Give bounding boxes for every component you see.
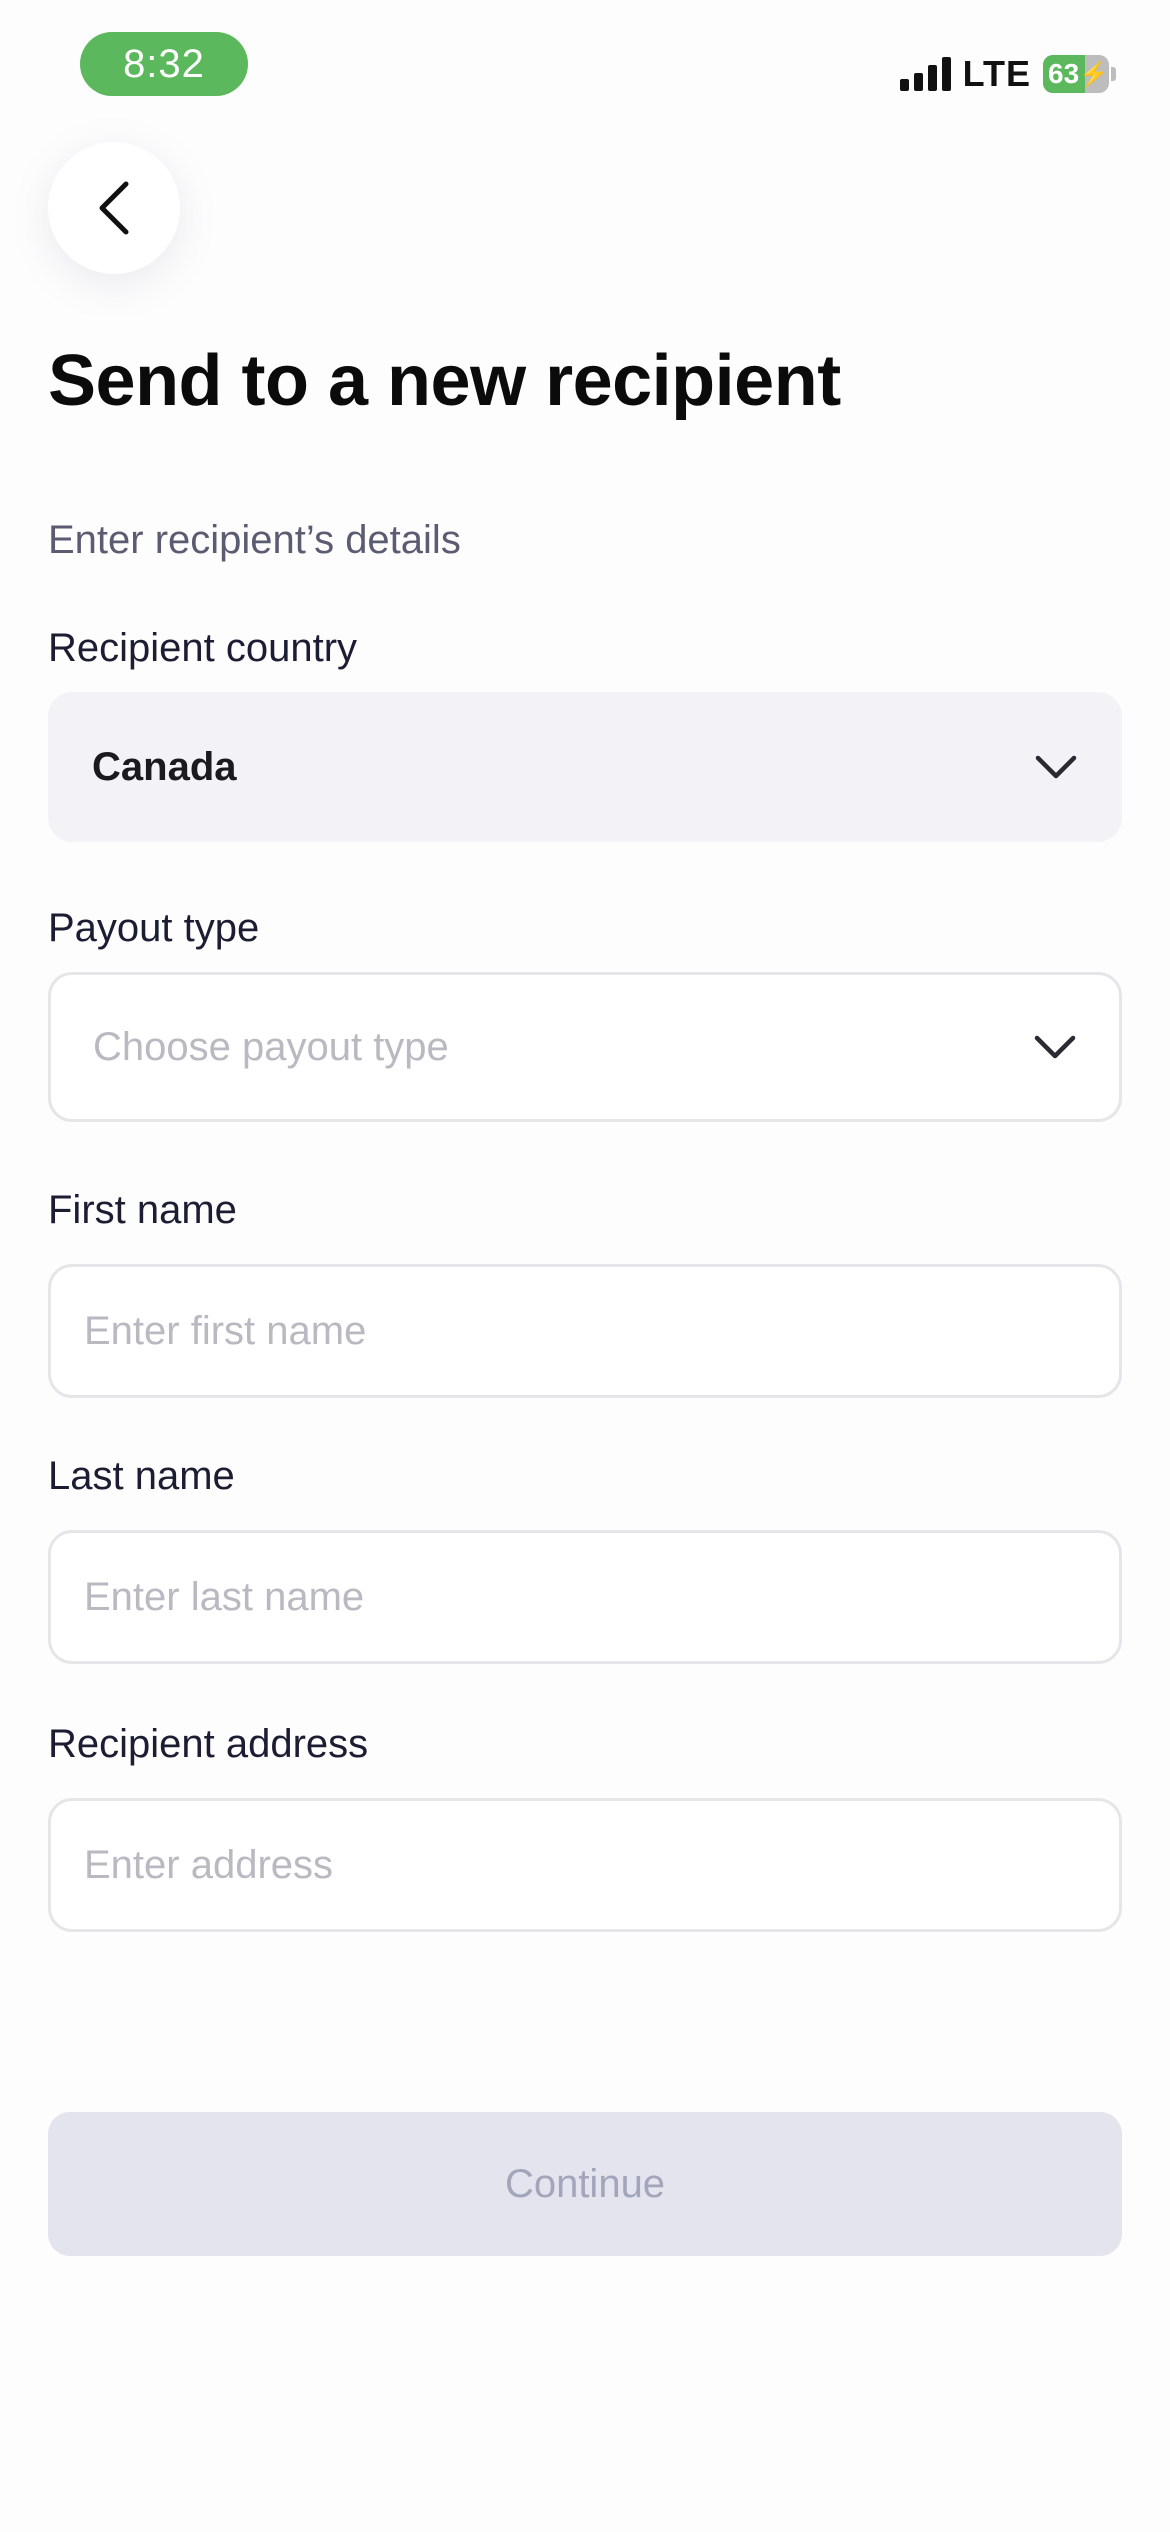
payout-type-label: Payout type	[48, 906, 260, 950]
last-name-input[interactable]	[84, 1574, 1119, 1620]
signal-strength-icon	[899, 57, 951, 91]
battery-icon: 63 ⚡	[1043, 55, 1109, 93]
charging-bolt-icon: ⚡	[1079, 60, 1109, 88]
chevron-down-icon	[1035, 755, 1077, 779]
last-name-field[interactable]	[48, 1530, 1122, 1664]
address-label: Recipient address	[48, 1722, 369, 1766]
form-subtitle: Enter recipient’s details	[48, 518, 461, 562]
status-time: 8:32	[80, 32, 248, 96]
country-label: Recipient country	[48, 626, 358, 670]
country-select[interactable]: Canada	[48, 692, 1122, 842]
payout-type-placeholder: Choose payout type	[93, 1024, 449, 1069]
back-button[interactable]	[48, 142, 180, 274]
chevron-down-icon	[1034, 1035, 1076, 1059]
battery-level: 63	[1048, 58, 1080, 89]
page-title: Send to a new recipient	[48, 341, 841, 421]
last-name-label: Last name	[48, 1454, 235, 1498]
chevron-left-icon	[99, 181, 129, 235]
continue-button[interactable]: Continue	[48, 2112, 1122, 2256]
status-indicators: LTE 63 ⚡	[899, 52, 1116, 96]
first-name-field[interactable]	[48, 1264, 1122, 1398]
address-field[interactable]	[48, 1798, 1122, 1932]
first-name-input[interactable]	[84, 1308, 1119, 1354]
network-type: LTE	[962, 53, 1031, 94]
send-recipient-screen: 8:32 LTE 63 ⚡ Send to a new recipient En…	[0, 0, 1170, 2532]
battery-tip	[1111, 67, 1116, 81]
payout-type-select[interactable]: Choose payout type	[48, 972, 1122, 1122]
address-input[interactable]	[84, 1842, 1119, 1888]
first-name-label: First name	[48, 1188, 237, 1232]
country-value: Canada	[92, 744, 237, 789]
